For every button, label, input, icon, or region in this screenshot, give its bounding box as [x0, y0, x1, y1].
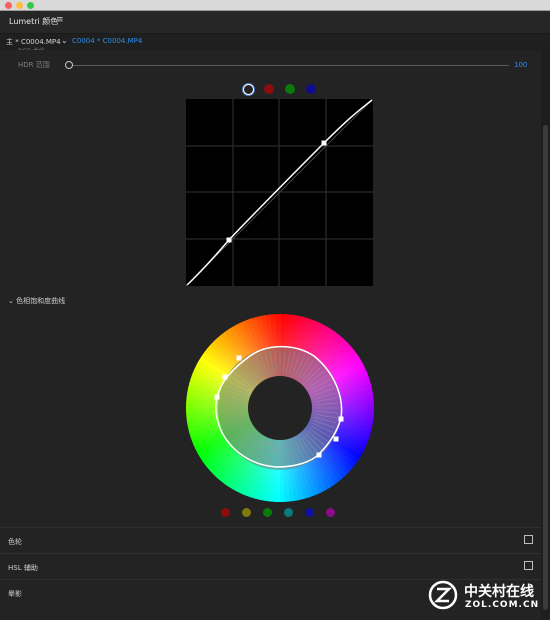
- close-window-button[interactable]: [5, 2, 12, 9]
- curve-point[interactable]: [214, 394, 220, 400]
- zol-logo-icon: [428, 580, 458, 610]
- color-wheels-label: 色轮: [8, 538, 22, 546]
- curve-point[interactable]: [333, 436, 339, 442]
- hsl-secondary-checkbox[interactable]: [524, 561, 533, 570]
- magenta-hue-button[interactable]: [326, 508, 335, 517]
- green-hue-button[interactable]: [263, 508, 272, 517]
- blue-hue-button[interactable]: [305, 508, 314, 517]
- yellow-hue-button[interactable]: [242, 508, 251, 517]
- curve-svg[interactable]: [185, 98, 374, 287]
- hsl-secondary-section[interactable]: HSL 辅助: [0, 553, 541, 580]
- zol-watermark: 中关村在线 ZOL.COM.CN: [428, 580, 538, 612]
- zoom-window-button[interactable]: [27, 2, 34, 9]
- scrollbar-thumb[interactable]: [543, 125, 548, 610]
- hamburger-menu-icon[interactable]: ≡: [56, 15, 64, 25]
- chevron-down-icon[interactable]: ⌄: [61, 36, 68, 45]
- hdr-range-slider-track[interactable]: [69, 65, 509, 66]
- rgb-curve-graph[interactable]: [185, 98, 374, 287]
- vignette-label: 晕影: [8, 590, 22, 598]
- window-titlebar: [0, 0, 550, 11]
- cyan-hue-button[interactable]: [284, 508, 293, 517]
- minimize-window-button[interactable]: [16, 2, 23, 9]
- curve-point[interactable]: [226, 237, 232, 243]
- hsl-secondary-label: HSL 辅助: [8, 564, 38, 572]
- color-wheels-checkbox[interactable]: [524, 535, 533, 544]
- hdr-range-slider-handle[interactable]: [65, 61, 73, 69]
- color-wheels-section[interactable]: 色轮: [0, 527, 541, 554]
- hue-saturation-section-header[interactable]: ⌄ 色相饱和度曲线: [8, 296, 65, 306]
- green-channel-button[interactable]: [285, 84, 295, 94]
- curve-point[interactable]: [338, 416, 344, 422]
- curve-point[interactable]: [321, 140, 327, 146]
- active-clip-tab[interactable]: C0004 * C0004.MP4: [72, 37, 142, 45]
- panel-header: Lumetri 颜色 ≡: [0, 11, 550, 34]
- rgb-curves-label: RGB 曲线: [18, 46, 45, 50]
- hdr-range-label: HDR 范围: [18, 61, 50, 69]
- red-hue-button[interactable]: [221, 508, 230, 517]
- hue-saturation-wheel[interactable]: [186, 314, 374, 502]
- blue-channel-button[interactable]: [306, 84, 316, 94]
- curve-point[interactable]: [316, 452, 322, 458]
- white-channel-button[interactable]: [243, 84, 254, 95]
- watermark-cn-text: 中关村在线: [464, 584, 534, 600]
- hdr-range-value[interactable]: 100: [514, 61, 527, 69]
- watermark-en-text: ZOL.COM.CN: [465, 600, 540, 610]
- curve-point[interactable]: [222, 374, 228, 380]
- chevron-down-icon[interactable]: ⌄: [8, 297, 16, 305]
- red-channel-button[interactable]: [264, 84, 274, 94]
- wheel-center-hole: [248, 376, 312, 440]
- clip-selector-bar: 主 * C0004.MP4 ⌄ C0004 * C0004.MP4: [0, 34, 550, 50]
- curve-point[interactable]: [236, 355, 242, 361]
- panel-title[interactable]: Lumetri 颜色: [9, 16, 58, 27]
- hue-saturation-title: 色相饱和度曲线: [16, 297, 66, 305]
